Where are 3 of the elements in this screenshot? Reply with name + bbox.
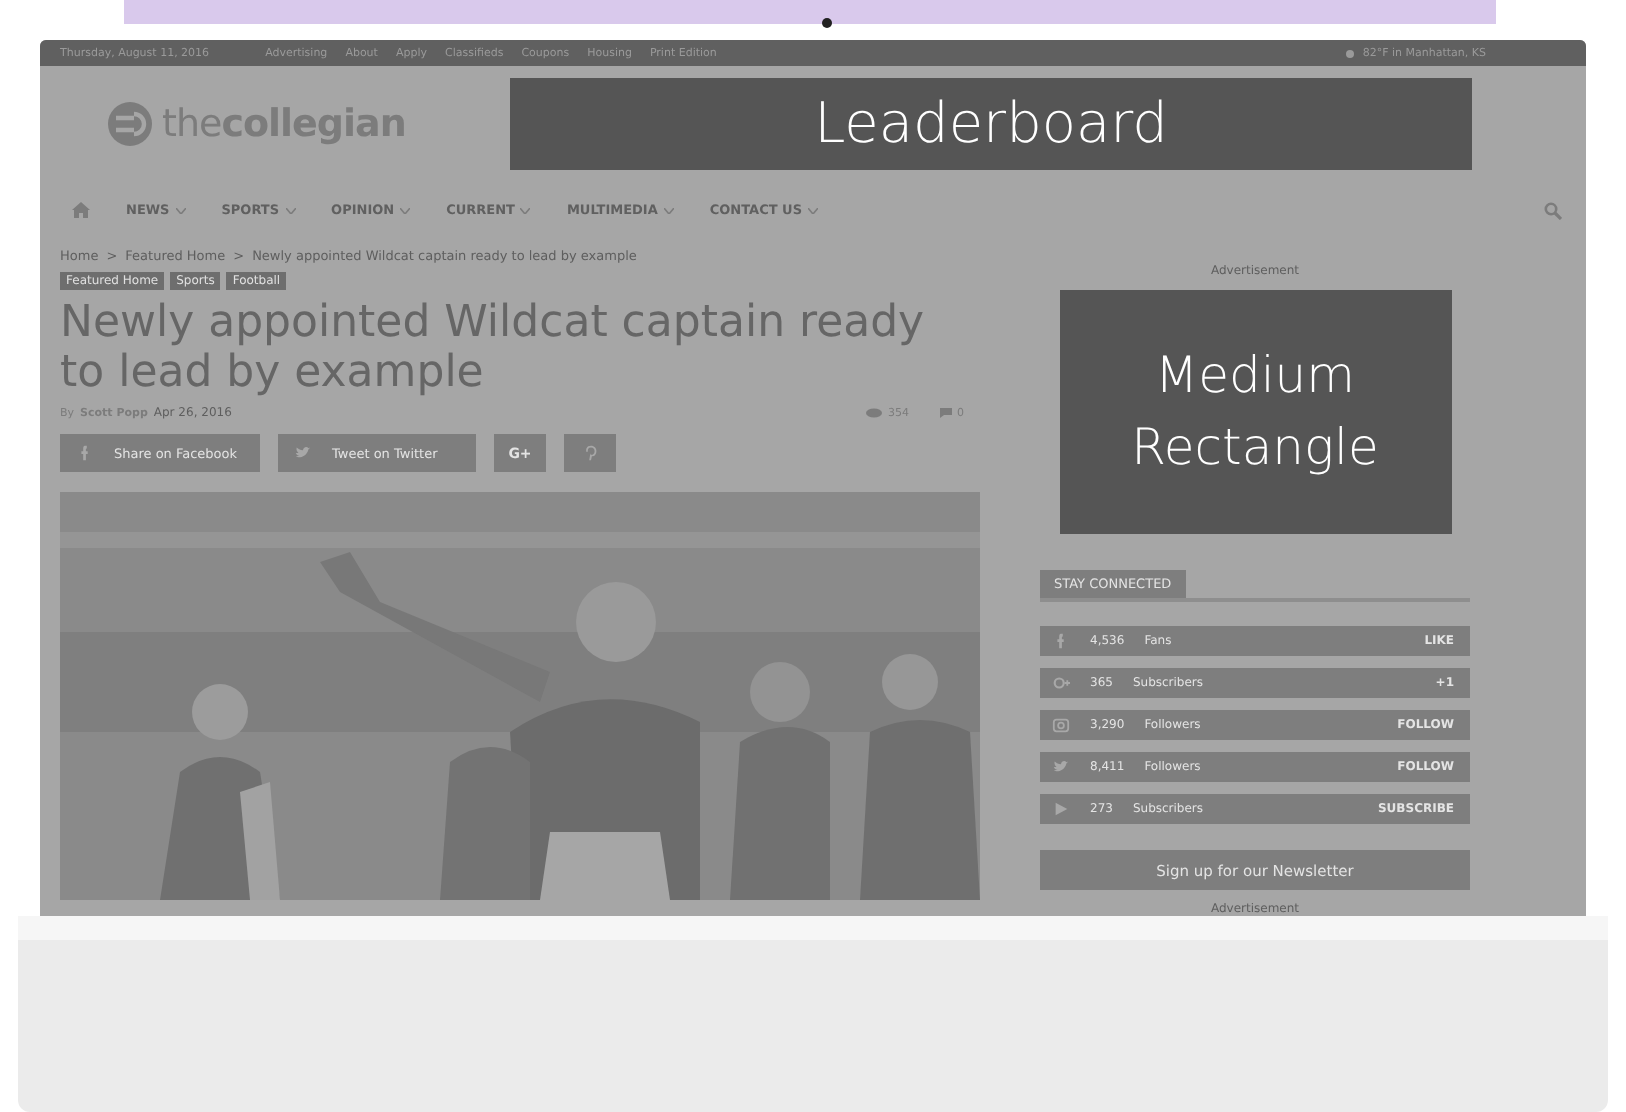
article-title: Newly appointed Wildcat captain ready to lead by example [60, 298, 927, 398]
medium-rectangle-ad: Medium Rectangle [1059, 290, 1451, 534]
leaderboard-ad: Leaderboard [510, 77, 1472, 169]
